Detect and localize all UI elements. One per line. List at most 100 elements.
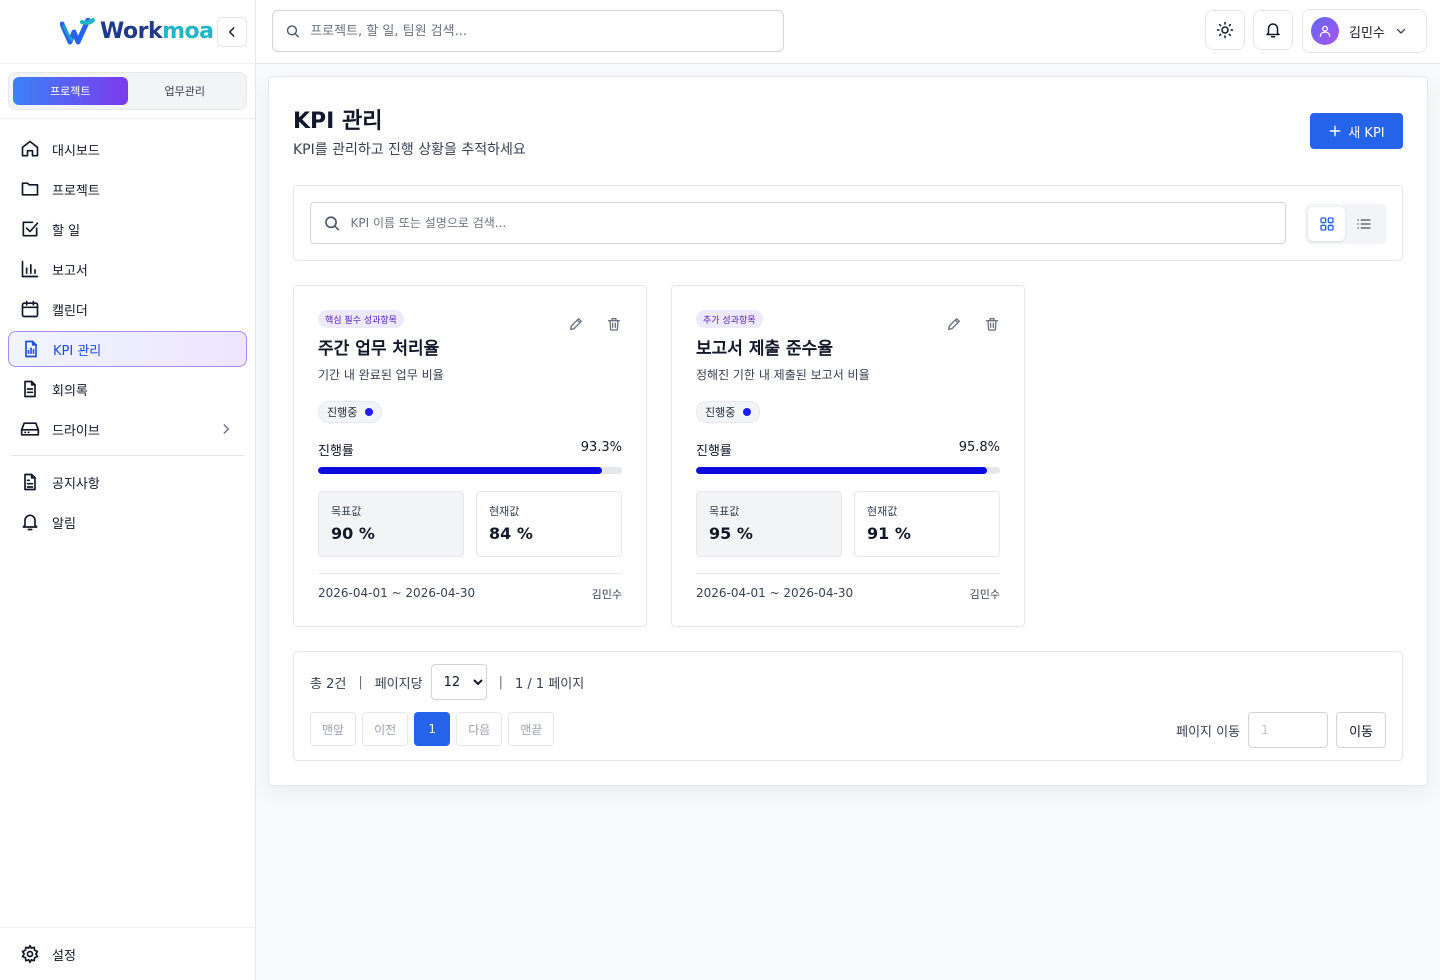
sidebar-item-label: 캘린더	[52, 303, 88, 319]
logo[interactable]: Workmoa	[0, 0, 255, 64]
prev-page-button[interactable]: 이전	[362, 712, 409, 746]
drive-icon	[20, 422, 40, 436]
bell-icon	[22, 514, 38, 531]
divider	[0, 927, 256, 928]
checkbox-icon	[22, 221, 39, 237]
nav-menu: 대시보드 프로젝트 할 일 보고서 캘린더 KPI 관리 회의록 드라이브 공지…	[0, 119, 255, 540]
sidebar-item-label: 설정	[52, 948, 76, 964]
sidebar-item-reports[interactable]: 보고서	[8, 251, 247, 287]
kpi-panel: KPI 관리 KPI를 관리하고 진행 상황을 추적하세요 새 KPI 핵심 필…	[268, 76, 1428, 786]
sidebar-item-label: 공지사항	[52, 476, 100, 492]
notice-icon	[24, 473, 36, 491]
kpi-title: 보고서 제출 준수율	[696, 339, 833, 359]
folder-icon	[21, 182, 39, 196]
grid-view-button[interactable]	[1308, 207, 1345, 241]
separator: |	[358, 674, 363, 690]
trash-icon[interactable]	[984, 316, 1000, 332]
segment-project[interactable]: 프로젝트	[13, 77, 128, 105]
sidebar-item-minutes[interactable]: 회의록	[8, 371, 247, 407]
calendar-icon	[21, 300, 39, 318]
goto-page-input[interactable]	[1248, 712, 1329, 748]
target-label: 목표값	[331, 505, 362, 518]
page-info: 1 / 1 페이지	[514, 676, 585, 692]
kpi-description: 정해진 기한 내 제출된 보고서 비율	[696, 368, 870, 382]
global-search[interactable]	[272, 10, 784, 52]
status-dot	[743, 408, 752, 416]
logo-text: Workmoa	[100, 19, 214, 44]
gear-icon	[21, 944, 39, 964]
top-bar: 김민수	[256, 0, 1440, 64]
last-page-button[interactable]: 맨끝	[508, 712, 555, 746]
view-toggle	[1305, 204, 1387, 244]
sidebar-item-label: 대시보드	[52, 143, 100, 159]
total-count: 총 2건	[310, 676, 347, 692]
user-menu-button[interactable]: 김민수	[1302, 9, 1427, 53]
goto-button[interactable]: 이동	[1336, 712, 1386, 748]
segment-work-management[interactable]: 업무관리	[128, 77, 243, 105]
edit-pencil-icon[interactable]	[568, 316, 584, 332]
sidebar-item-label: 알림	[52, 516, 76, 532]
divider	[318, 573, 622, 574]
chevron-down-icon	[1396, 28, 1406, 34]
sidebar-item-label: 프로젝트	[52, 183, 100, 199]
page-1-button[interactable]: 1	[414, 712, 451, 746]
kpi-type-badge: 핵심 필수 성과항목	[318, 310, 404, 328]
progress-value: 93.3%	[580, 440, 622, 455]
current-value-box: 현재값 91 %	[854, 491, 1000, 557]
page-buttons: 맨앞 이전 1 다음 맨끝	[310, 712, 555, 746]
sidebar-item-alerts[interactable]: 알림	[8, 504, 247, 540]
bar-chart-icon	[21, 260, 39, 278]
progress-label: 진행률	[318, 444, 354, 459]
kpi-card[interactable]: 핵심 필수 성과항목 주간 업무 처리율 기간 내 완료된 업무 비율 진행중 …	[293, 285, 647, 627]
sidebar-item-label: KPI 관리	[53, 343, 102, 359]
sidebar-item-label: 보고서	[52, 263, 88, 279]
kpi-title: 주간 업무 처리율	[318, 339, 440, 359]
sidebar-item-notices[interactable]: 공지사항	[8, 464, 247, 500]
target-value-box: 목표값 95 %	[696, 491, 842, 557]
progress-bar	[696, 467, 1000, 474]
target-label: 목표값	[709, 505, 740, 518]
bell-icon	[1266, 23, 1280, 38]
current-label: 현재값	[867, 505, 898, 518]
first-page-button[interactable]: 맨앞	[310, 712, 357, 746]
sidebar-item-todo[interactable]: 할 일	[8, 211, 247, 247]
kpi-card[interactable]: 추가 성과항목 보고서 제출 준수율 정해진 기한 내 제출된 보고서 비율 진…	[671, 285, 1025, 627]
list-icon	[1356, 219, 1371, 229]
next-page-button[interactable]: 다음	[456, 712, 503, 746]
goto-label: 페이지 이동	[1176, 724, 1241, 740]
kpi-search-input[interactable]	[350, 216, 1285, 230]
target-value-box: 목표값 90 %	[318, 491, 464, 557]
sidebar-item-calendar[interactable]: 캘린더	[8, 291, 247, 327]
sidebar-item-settings[interactable]: 설정	[8, 936, 248, 972]
workmoa-logo-icon	[60, 17, 95, 44]
collapse-sidebar-button[interactable]	[217, 17, 247, 47]
page-subtitle: KPI를 관리하고 진행 상황을 추적하세요	[293, 142, 526, 158]
sidebar-item-label: 회의록	[52, 383, 88, 399]
progress-fill	[696, 467, 988, 474]
global-search-input[interactable]	[310, 23, 783, 39]
list-view-button[interactable]	[1345, 207, 1382, 241]
progress-fill	[318, 467, 602, 474]
progress-label: 진행률	[696, 444, 732, 459]
trash-icon[interactable]	[606, 316, 622, 332]
pagination: 총 2건 | 페이지당 12 | 1 / 1 페이지 맨앞 이전 1 다음 맨끝…	[293, 651, 1403, 761]
theme-toggle-button[interactable]	[1205, 10, 1245, 50]
kpi-search[interactable]	[310, 202, 1286, 244]
filter-bar	[293, 185, 1403, 261]
edit-pencil-icon[interactable]	[946, 316, 962, 332]
new-kpi-button[interactable]: 새 KPI	[1310, 113, 1403, 149]
sidebar-item-kpi[interactable]: KPI 관리	[8, 331, 247, 367]
sidebar-item-drive[interactable]: 드라이브	[8, 411, 247, 447]
current-value: 84 %	[489, 524, 533, 543]
sidebar-item-projects[interactable]: 프로젝트	[8, 171, 247, 207]
sidebar-item-dashboard[interactable]: 대시보드	[8, 131, 247, 167]
notifications-button[interactable]	[1253, 10, 1293, 50]
separator: |	[498, 674, 503, 690]
sidebar: Workmoa 프로젝트 업무관리 대시보드 프로젝트 할 일 보고서 캘린더	[0, 0, 256, 980]
page-title: KPI 관리	[293, 109, 383, 134]
card-actions	[946, 316, 1000, 332]
kpi-type-badge: 추가 성과항목	[696, 310, 763, 328]
per-page-select[interactable]: 12	[430, 664, 487, 700]
card-actions	[568, 316, 622, 332]
status-badge: 진행중	[318, 401, 383, 423]
